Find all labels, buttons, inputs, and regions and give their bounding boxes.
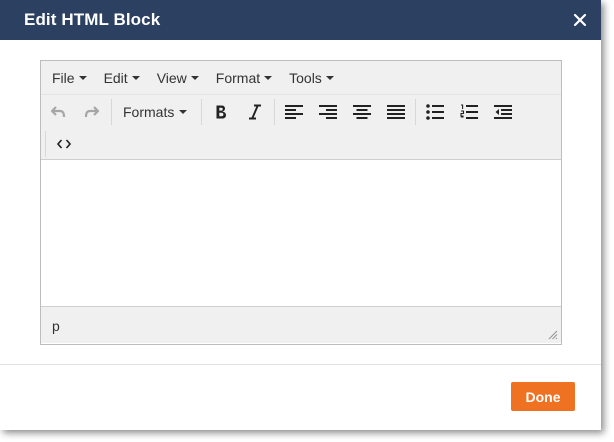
- chevron-down-icon: [131, 75, 140, 80]
- formats-dropdown[interactable]: Formats: [114, 97, 199, 127]
- menu-file-label: File: [52, 69, 75, 86]
- outdent-icon: [494, 105, 513, 119]
- toolbar-row-2: [45, 128, 82, 160]
- chevron-down-icon: [325, 75, 334, 80]
- dialog-header: Edit HTML Block: [0, 0, 601, 40]
- redo-icon: [84, 105, 100, 119]
- source-code-button[interactable]: [46, 129, 82, 159]
- bold-button[interactable]: [204, 97, 238, 127]
- italic-button[interactable]: [238, 97, 272, 127]
- bullet-list-icon: [426, 104, 445, 120]
- source-code-icon: [57, 139, 71, 149]
- numbered-list-button[interactable]: [452, 97, 486, 127]
- italic-icon: [248, 104, 262, 120]
- menu-tools[interactable]: Tools: [281, 65, 343, 91]
- done-button[interactable]: Done: [511, 382, 575, 411]
- menu-format-label: Format: [215, 69, 261, 86]
- outdent-button[interactable]: [486, 97, 520, 127]
- align-right-icon: [319, 105, 338, 119]
- dialog-title: Edit HTML Block: [24, 10, 161, 29]
- menu-edit-label: Edit: [103, 69, 128, 86]
- numbered-list-icon: [460, 104, 479, 120]
- chevron-down-icon: [264, 75, 273, 80]
- toolbar-divider: [201, 99, 203, 125]
- menu-view-label: View: [156, 69, 187, 86]
- toolbar-divider: [415, 99, 417, 125]
- chevron-down-icon: [179, 110, 188, 114]
- chevron-down-icon: [78, 75, 87, 80]
- element-path[interactable]: p: [52, 318, 60, 334]
- align-left-button[interactable]: [277, 97, 311, 127]
- redo-button[interactable]: [75, 97, 109, 127]
- chevron-down-icon: [190, 75, 199, 80]
- undo-icon: [50, 105, 66, 119]
- rich-text-editor: File Edit View Format Tools Formats p: [40, 60, 562, 345]
- edit-html-dialog: Edit HTML Block File Edit View Format To…: [0, 0, 601, 430]
- editor-statusbar: p: [41, 306, 561, 343]
- footer-divider: [0, 364, 601, 365]
- align-right-button[interactable]: [311, 97, 345, 127]
- resize-handle-icon[interactable]: [548, 330, 558, 340]
- toolbar-row-1: Formats: [41, 96, 520, 128]
- bullet-list-button[interactable]: [418, 97, 452, 127]
- editor-toolbar: Formats: [41, 95, 561, 160]
- undo-button[interactable]: [41, 97, 75, 127]
- align-justify-button[interactable]: [379, 97, 413, 127]
- menu-file[interactable]: File: [44, 65, 96, 91]
- toolbar-divider: [274, 99, 276, 125]
- menu-tools-label: Tools: [289, 69, 322, 86]
- toolbar-divider: [111, 99, 112, 125]
- menu-view[interactable]: View: [149, 65, 208, 91]
- menu-format[interactable]: Format: [208, 65, 281, 91]
- align-center-icon: [353, 105, 372, 119]
- editor-content-area[interactable]: [41, 160, 561, 306]
- formats-label: Formats: [123, 104, 175, 120]
- close-icon[interactable]: [572, 12, 588, 28]
- align-left-icon: [285, 105, 304, 119]
- align-justify-icon: [387, 105, 406, 119]
- menu-edit[interactable]: Edit: [96, 65, 149, 91]
- editor-menubar: File Edit View Format Tools: [41, 61, 561, 95]
- align-center-button[interactable]: [345, 97, 379, 127]
- bold-icon: [214, 104, 228, 120]
